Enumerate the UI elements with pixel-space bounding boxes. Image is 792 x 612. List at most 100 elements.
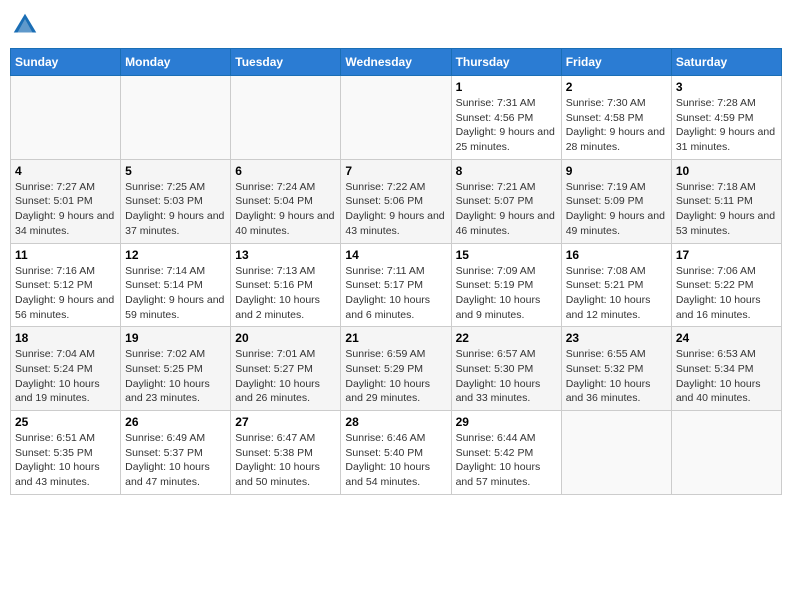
day-cell-5: 5 Sunrise: 7:25 AM Sunset: 5:03 PM Daylig… [121, 159, 231, 243]
weekday-header-row: SundayMondayTuesdayWednesdayThursdayFrid… [11, 49, 782, 76]
day-number: 8 [456, 164, 557, 178]
day-number: 14 [345, 248, 446, 262]
empty-cell [121, 76, 231, 160]
day-info: Sunrise: 6:47 AM Sunset: 5:38 PM Dayligh… [235, 431, 336, 490]
day-info: Sunrise: 7:14 AM Sunset: 5:14 PM Dayligh… [125, 264, 226, 323]
week-row-5: 25Sunrise: 6:51 AM Sunset: 5:35 PM Dayli… [11, 411, 782, 495]
calendar-body: 1 Sunrise: 7:31 AM Sunset: 4:56 PM Daylig… [11, 76, 782, 495]
day-cell-19: 19 Sunrise: 7:02 AM Sunset: 5:25 PM Dayli… [121, 327, 231, 411]
empty-cell [671, 411, 781, 495]
weekday-saturday: Saturday [671, 49, 781, 76]
day-number: 15 [456, 248, 557, 262]
day-number: 5 [125, 164, 226, 178]
day-info: Sunrise: 7:27 AM Sunset: 5:01 PM Dayligh… [15, 180, 116, 239]
day-cell-7: 7Sunrise: 7:22 AM Sunset: 5:06 PM Daylig… [341, 159, 451, 243]
day-cell-25: 25Sunrise: 6:51 AM Sunset: 5:35 PM Dayli… [11, 411, 121, 495]
calendar-header: SundayMondayTuesdayWednesdayThursdayFrid… [11, 49, 782, 76]
day-cell-14: 14 Sunrise: 7:11 AM Sunset: 5:17 PM Dayli… [341, 243, 451, 327]
day-number: 27 [235, 415, 336, 429]
weekday-tuesday: Tuesday [231, 49, 341, 76]
logo-icon [10, 10, 40, 40]
empty-cell [341, 76, 451, 160]
day-number: 9 [566, 164, 667, 178]
day-number: 11 [15, 248, 116, 262]
day-number: 2 [566, 80, 667, 94]
day-info: Sunrise: 6:49 AM Sunset: 5:37 PM Dayligh… [125, 431, 226, 490]
day-cell-1: 1 Sunrise: 7:31 AM Sunset: 4:56 PM Daylig… [451, 76, 561, 160]
day-cell-10: 10 Sunrise: 7:18 AM Sunset: 5:11 PM Dayli… [671, 159, 781, 243]
weekday-sunday: Sunday [11, 49, 121, 76]
day-number: 6 [235, 164, 336, 178]
day-info: Sunrise: 7:02 AM Sunset: 5:25 PM Dayligh… [125, 347, 226, 406]
day-info: Sunrise: 7:01 AM Sunset: 5:27 PM Dayligh… [235, 347, 336, 406]
day-info: Sunrise: 7:13 AM Sunset: 5:16 PM Dayligh… [235, 264, 336, 323]
day-cell-6: 6 Sunrise: 7:24 AM Sunset: 5:04 PM Daylig… [231, 159, 341, 243]
weekday-thursday: Thursday [451, 49, 561, 76]
day-info: Sunrise: 7:08 AM Sunset: 5:21 PM Dayligh… [566, 264, 667, 323]
day-number: 21 [345, 331, 446, 345]
day-info: Sunrise: 6:55 AM Sunset: 5:32 PM Dayligh… [566, 347, 667, 406]
day-cell-4: 4 Sunrise: 7:27 AM Sunset: 5:01 PM Daylig… [11, 159, 121, 243]
day-cell-21: 21 Sunrise: 6:59 AM Sunset: 5:29 PM Dayli… [341, 327, 451, 411]
calendar-table: SundayMondayTuesdayWednesdayThursdayFrid… [10, 48, 782, 495]
day-number: 16 [566, 248, 667, 262]
day-cell-8: 8 Sunrise: 7:21 AM Sunset: 5:07 PM Daylig… [451, 159, 561, 243]
day-info: Sunrise: 6:46 AM Sunset: 5:40 PM Dayligh… [345, 431, 446, 490]
day-cell-24: 24 Sunrise: 6:53 AM Sunset: 5:34 PM Dayli… [671, 327, 781, 411]
day-number: 19 [125, 331, 226, 345]
day-cell-11: 11 Sunrise: 7:16 AM Sunset: 5:12 PM Dayli… [11, 243, 121, 327]
day-info: Sunrise: 7:24 AM Sunset: 5:04 PM Dayligh… [235, 180, 336, 239]
week-row-3: 11 Sunrise: 7:16 AM Sunset: 5:12 PM Dayli… [11, 243, 782, 327]
day-info: Sunrise: 7:25 AM Sunset: 5:03 PM Dayligh… [125, 180, 226, 239]
day-info: Sunrise: 7:30 AM Sunset: 4:58 PM Dayligh… [566, 96, 667, 155]
empty-cell [231, 76, 341, 160]
day-cell-15: 15 Sunrise: 7:09 AM Sunset: 5:19 PM Dayli… [451, 243, 561, 327]
day-cell-17: 17 Sunrise: 7:06 AM Sunset: 5:22 PM Dayli… [671, 243, 781, 327]
week-row-1: 1 Sunrise: 7:31 AM Sunset: 4:56 PM Daylig… [11, 76, 782, 160]
day-number: 4 [15, 164, 116, 178]
logo [10, 10, 44, 40]
day-cell-26: 26 Sunrise: 6:49 AM Sunset: 5:37 PM Dayli… [121, 411, 231, 495]
day-info: Sunrise: 7:09 AM Sunset: 5:19 PM Dayligh… [456, 264, 557, 323]
day-info: Sunrise: 7:18 AM Sunset: 5:11 PM Dayligh… [676, 180, 777, 239]
weekday-wednesday: Wednesday [341, 49, 451, 76]
day-info: Sunrise: 7:31 AM Sunset: 4:56 PM Dayligh… [456, 96, 557, 155]
day-number: 29 [456, 415, 557, 429]
day-cell-23: 23 Sunrise: 6:55 AM Sunset: 5:32 PM Dayli… [561, 327, 671, 411]
day-info: Sunrise: 6:59 AM Sunset: 5:29 PM Dayligh… [345, 347, 446, 406]
page-header [10, 10, 782, 40]
weekday-monday: Monday [121, 49, 231, 76]
day-number: 12 [125, 248, 226, 262]
day-info: Sunrise: 6:57 AM Sunset: 5:30 PM Dayligh… [456, 347, 557, 406]
week-row-4: 18Sunrise: 7:04 AM Sunset: 5:24 PM Dayli… [11, 327, 782, 411]
day-number: 26 [125, 415, 226, 429]
day-info: Sunrise: 7:06 AM Sunset: 5:22 PM Dayligh… [676, 264, 777, 323]
empty-cell [11, 76, 121, 160]
day-number: 23 [566, 331, 667, 345]
day-number: 24 [676, 331, 777, 345]
day-cell-22: 22 Sunrise: 6:57 AM Sunset: 5:30 PM Dayli… [451, 327, 561, 411]
day-number: 10 [676, 164, 777, 178]
day-info: Sunrise: 6:44 AM Sunset: 5:42 PM Dayligh… [456, 431, 557, 490]
day-cell-28: 28Sunrise: 6:46 AM Sunset: 5:40 PM Dayli… [341, 411, 451, 495]
day-cell-27: 27 Sunrise: 6:47 AM Sunset: 5:38 PM Dayli… [231, 411, 341, 495]
day-number: 13 [235, 248, 336, 262]
day-info: Sunrise: 7:16 AM Sunset: 5:12 PM Dayligh… [15, 264, 116, 323]
day-number: 18 [15, 331, 116, 345]
day-number: 1 [456, 80, 557, 94]
day-number: 3 [676, 80, 777, 94]
day-info: Sunrise: 6:53 AM Sunset: 5:34 PM Dayligh… [676, 347, 777, 406]
day-cell-2: 2 Sunrise: 7:30 AM Sunset: 4:58 PM Daylig… [561, 76, 671, 160]
day-cell-3: 3 Sunrise: 7:28 AM Sunset: 4:59 PM Daylig… [671, 76, 781, 160]
day-info: Sunrise: 7:21 AM Sunset: 5:07 PM Dayligh… [456, 180, 557, 239]
day-info: Sunrise: 7:22 AM Sunset: 5:06 PM Dayligh… [345, 180, 446, 239]
day-cell-20: 20Sunrise: 7:01 AM Sunset: 5:27 PM Dayli… [231, 327, 341, 411]
day-info: Sunrise: 7:28 AM Sunset: 4:59 PM Dayligh… [676, 96, 777, 155]
day-number: 17 [676, 248, 777, 262]
day-cell-12: 12 Sunrise: 7:14 AM Sunset: 5:14 PM Dayli… [121, 243, 231, 327]
day-number: 25 [15, 415, 116, 429]
day-number: 22 [456, 331, 557, 345]
day-cell-29: 29 Sunrise: 6:44 AM Sunset: 5:42 PM Dayli… [451, 411, 561, 495]
empty-cell [561, 411, 671, 495]
day-info: Sunrise: 7:11 AM Sunset: 5:17 PM Dayligh… [345, 264, 446, 323]
